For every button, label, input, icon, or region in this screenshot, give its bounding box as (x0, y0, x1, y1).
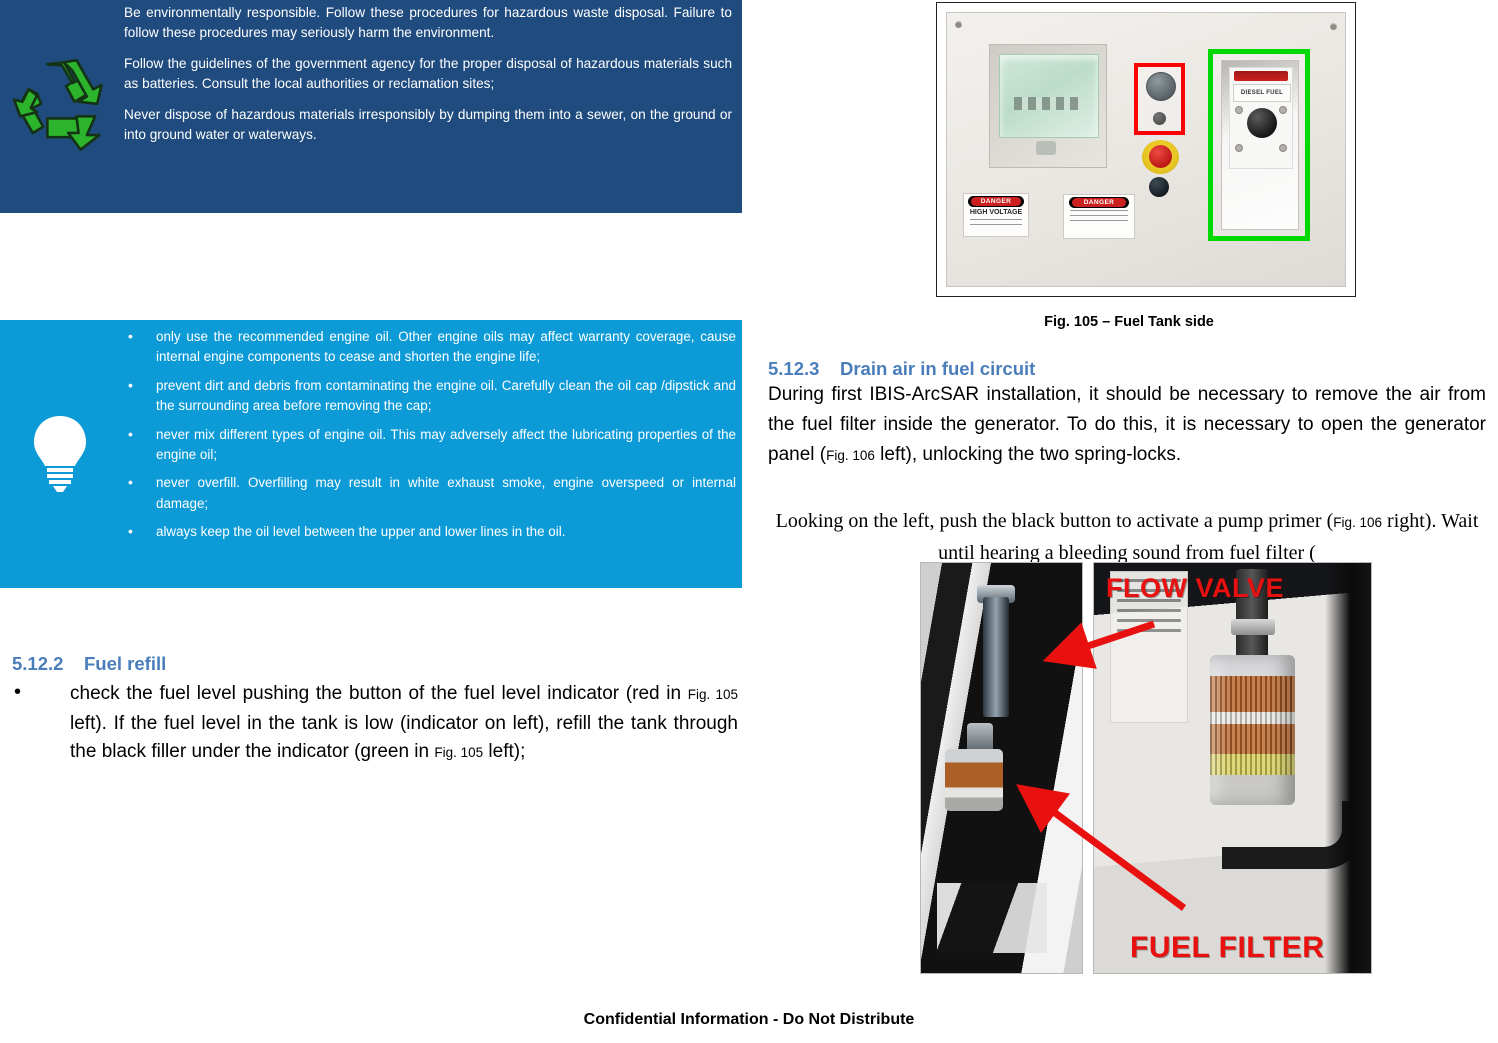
diesel-fuel-label: DIESEL FUEL (1233, 84, 1291, 102)
screw-icon (955, 21, 962, 28)
fuel-refill-list: check the fuel level pushing the button … (0, 678, 738, 768)
plate-text-line (970, 219, 1022, 222)
env-paragraph-1: Be environmentally responsible. Follow t… (124, 5, 732, 41)
danger-word: DANGER (1071, 198, 1127, 207)
section-title: Fuel refill (84, 653, 167, 674)
bolt-icon (1279, 106, 1287, 114)
lightbulb-icon (30, 414, 90, 492)
tip-callout: only use the recommended engine oil. Oth… (0, 320, 742, 588)
list-item: only use the recommended engine oil. Oth… (118, 326, 736, 368)
environmental-callout-text: Be environmentally responsible. Follow t… (124, 3, 732, 155)
screw-icon (1330, 23, 1337, 30)
figure-reference: Fig. 106 (826, 448, 875, 463)
high-voltage-text: HIGH VOLTAGE (969, 209, 1023, 216)
recycle-icon (12, 52, 116, 164)
fuel-level-indicator-highlight (1134, 63, 1185, 135)
bolt-icon (1279, 144, 1287, 152)
danger-strip (1234, 71, 1288, 81)
flow-valve-body (983, 597, 1009, 717)
list-item: never mix different types of engine oil.… (118, 424, 736, 466)
plate-text-line (1070, 220, 1128, 223)
drain-air-paragraph: During first IBIS-ArcSAR installation, i… (768, 380, 1486, 471)
breaker-switches (1014, 97, 1080, 110)
figure-106-image: FLOW VALVE FUEL FILTER (920, 562, 1372, 974)
pump-primer-paragraph: Looking on the left, push the black butt… (770, 506, 1484, 568)
tip-callout-list: only use the recommended engine oil. Oth… (118, 326, 736, 551)
plate-text-line (1070, 215, 1128, 218)
panel-shadow (1325, 563, 1371, 973)
fuel-filter-overlay-label: FUEL FILTER (1130, 931, 1325, 964)
list-item: always keep the oil level between the up… (118, 521, 736, 542)
generator-control-panel-photo: DIESEL FUEL DANGER HIGH VOLTAGE DANGER (946, 12, 1346, 287)
bolt-icon (1235, 144, 1243, 152)
drain-text-part2: left), unlocking the two spring-locks. (874, 444, 1182, 465)
hose-clamp (1231, 619, 1275, 635)
danger-high-voltage-plate: DANGER HIGH VOLTAGE (963, 193, 1029, 237)
environmental-callout: Be environmentally responsible. Follow t… (0, 0, 742, 213)
section-number: 5.12.2 (12, 653, 64, 674)
generator-interior-photo (920, 562, 1083, 974)
diesel-fuel-plate: DIESEL FUEL (1229, 67, 1293, 169)
plate-text-line (970, 224, 1022, 227)
section-heading-5-12-2: 5.12.2 Fuel refill (12, 653, 166, 675)
filter-pleats (1210, 676, 1295, 775)
list-item: never overfill. Overfilling may result i… (118, 472, 736, 514)
list-item: prevent dirt and debris from contaminati… (118, 375, 736, 417)
danger-band: DANGER (1068, 197, 1130, 208)
label-text-line (1117, 619, 1181, 622)
label-text-line (1117, 629, 1181, 632)
danger-band: DANGER (968, 196, 1024, 207)
figure-105-caption: Fig. 105 – Fuel Tank side (1044, 314, 1214, 330)
left-column: Be environmentally responsible. Follow t… (0, 0, 760, 1043)
start-button (1149, 177, 1169, 197)
breaker-latch (1036, 141, 1056, 155)
danger-word: DANGER (971, 197, 1021, 206)
section-heading-5-12-3: 5.12.3 Drain air in fuel circuit (768, 358, 1035, 380)
bolt-icon (1235, 106, 1243, 114)
label-text-line (1117, 609, 1181, 612)
plate-text-line (1070, 210, 1128, 213)
right-column: DIESEL FUEL DANGER HIGH VOLTAGE DANGER F… (760, 0, 1498, 1043)
fuel-filter-closeup-photo: FLOW VALVE FUEL FILTER (1093, 562, 1372, 974)
figure-reference: Fig. 105 (687, 687, 738, 702)
section-title: Drain air in fuel circuit (840, 358, 1036, 379)
refill-text-part3: left); (483, 741, 526, 762)
refill-text-part1: check the fuel level pushing the button … (70, 683, 688, 704)
emergency-stop-button (1142, 140, 1179, 174)
fuel-filler-recess: DIESEL FUEL (1221, 60, 1299, 230)
primer-text-part1: Looking on the left, push the black butt… (775, 510, 1334, 532)
fuel-filler-highlight: DIESEL FUEL (1208, 49, 1310, 241)
refill-text-part2: left). If the fuel level in the tank is … (70, 712, 738, 763)
section-number: 5.12.3 (768, 358, 820, 379)
fuel-filter-body (945, 749, 1003, 811)
circuit-breaker-recess (989, 44, 1107, 168)
danger-service-plate: DANGER (1063, 194, 1135, 239)
flow-valve-overlay-label: FLOW VALVE (1106, 573, 1284, 603)
fuel-filter-cartridge (1210, 655, 1295, 805)
figure-105-image: DIESEL FUEL DANGER HIGH VOLTAGE DANGER (936, 2, 1356, 297)
circuit-breaker-window (999, 54, 1099, 138)
page-footer: Confidential Information - Do Not Distri… (583, 1011, 915, 1028)
env-paragraph-3: Never dispose of hazardous materials irr… (124, 106, 732, 143)
list-item: check the fuel level pushing the button … (0, 678, 738, 768)
figure-reference: Fig. 105 (434, 745, 484, 760)
env-paragraph-2: Follow the guidelines of the government … (124, 55, 732, 92)
figure-reference: Fig. 106 (1333, 515, 1383, 530)
black-filler-cap (1247, 108, 1277, 138)
mounting-bracket (937, 883, 1047, 953)
